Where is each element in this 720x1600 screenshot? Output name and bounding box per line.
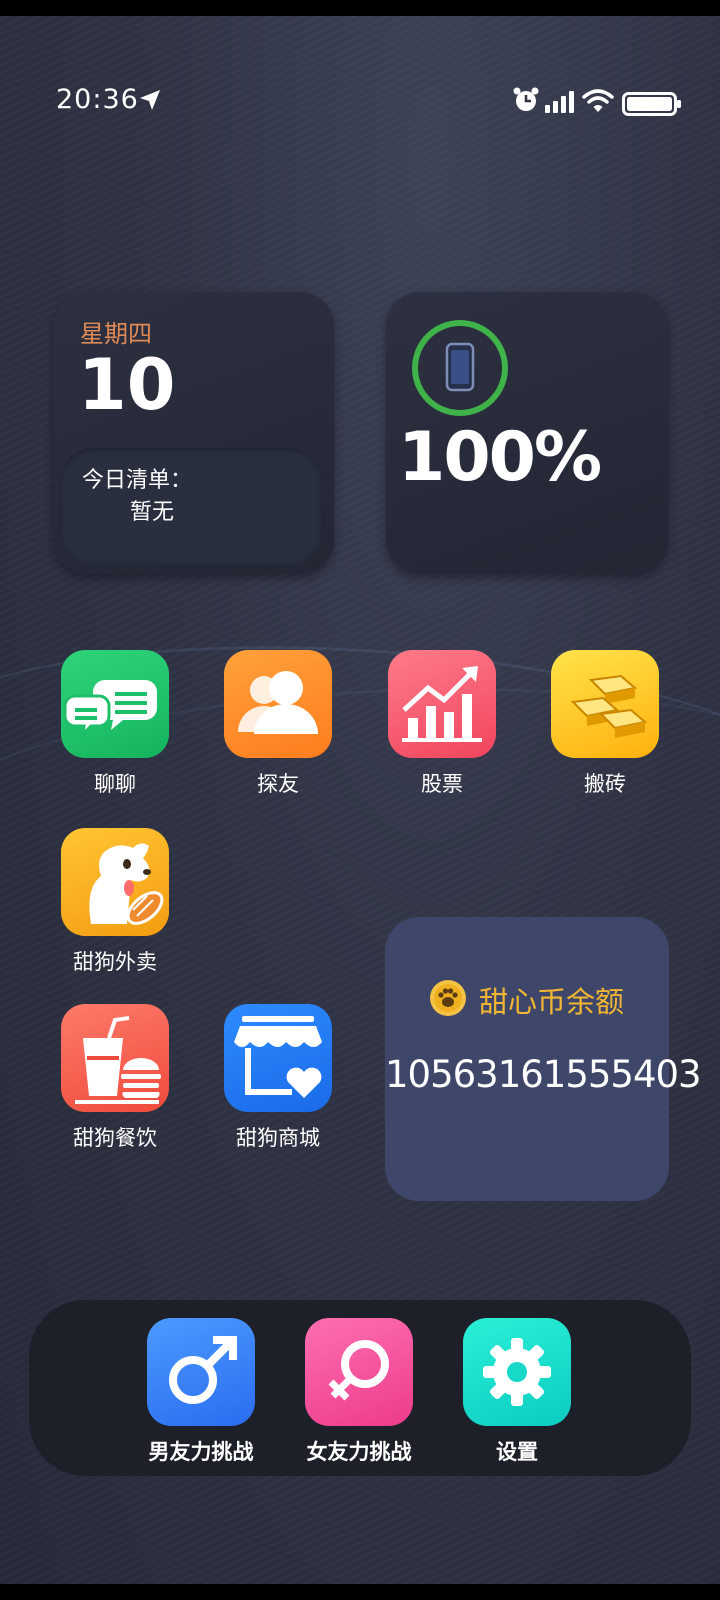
chat-bubbles-icon	[61, 650, 169, 758]
app-find-friends[interactable]: 探友	[208, 650, 348, 798]
gear-icon	[463, 1318, 571, 1426]
app-label: 甜狗商城	[236, 1126, 320, 1150]
stock-chart-icon	[388, 650, 496, 758]
app-dog-delivery[interactable]: 甜狗外卖	[45, 828, 185, 976]
battery-icon	[622, 92, 681, 116]
dog-delivery-icon	[61, 828, 169, 936]
coin-balance-value: 10563161555403	[385, 1053, 702, 1096]
todo-title: 今日清单：	[82, 468, 193, 493]
gold-bars-icon	[551, 650, 659, 758]
status-bar: 20:36	[0, 0, 720, 116]
app-label: 搬砖	[584, 772, 626, 796]
app-label: 探友	[257, 772, 299, 796]
app-label: 甜狗餐饮	[73, 1126, 157, 1150]
day-number: 10	[78, 344, 176, 426]
battery-percent: 100%	[398, 418, 602, 497]
status-time: 20:36	[56, 84, 139, 115]
battery-ring	[412, 320, 508, 416]
date-widget[interactable]: 星期四 10 今日清单： 暂无	[54, 292, 334, 574]
phone-icon	[445, 342, 475, 392]
app-dog-mall[interactable]: 甜狗商城	[208, 1004, 348, 1152]
dock-boyfriend-challenge[interactable]: 男友力挑战	[131, 1318, 271, 1466]
coin-balance-title: 甜心币余额	[479, 985, 625, 1019]
dock: 男友力挑战 女友力挑战 设置	[29, 1300, 691, 1476]
app-label: 男友力挑战	[148, 1440, 254, 1464]
todo-card[interactable]: 今日清单： 暂无	[60, 448, 322, 564]
todo-content: 暂无	[130, 500, 175, 525]
battery-widget[interactable]: 100%	[386, 292, 668, 574]
location-arrow-icon	[140, 90, 160, 110]
male-symbol-icon	[147, 1318, 255, 1426]
bottom-bezel	[0, 1584, 720, 1600]
app-stock[interactable]: 股票	[372, 650, 512, 798]
female-symbol-icon	[305, 1318, 413, 1426]
coin-balance-widget[interactable]: 甜心币余额 10563161555403	[385, 917, 702, 1201]
app-label: 聊聊	[94, 772, 136, 796]
alarm-clock-icon	[513, 87, 539, 111]
app-label: 股票	[421, 772, 463, 796]
app-chat[interactable]: 聊聊	[45, 650, 185, 798]
wifi-icon	[582, 89, 614, 112]
app-label: 女友力挑战	[306, 1440, 412, 1464]
friends-icon	[224, 650, 332, 758]
app-label: 甜狗外卖	[73, 950, 157, 974]
app-dog-dining[interactable]: 甜狗餐饮	[45, 1004, 185, 1152]
app-work[interactable]: 搬砖	[535, 650, 675, 798]
dock-settings[interactable]: 设置	[447, 1318, 587, 1466]
app-label: 设置	[496, 1440, 538, 1464]
signal-bars-icon	[545, 91, 574, 113]
dock-girlfriend-challenge[interactable]: 女友力挑战	[289, 1318, 429, 1466]
coin-paw-icon	[430, 980, 466, 1016]
store-heart-icon	[224, 1004, 332, 1112]
drink-burger-icon	[61, 1004, 169, 1112]
